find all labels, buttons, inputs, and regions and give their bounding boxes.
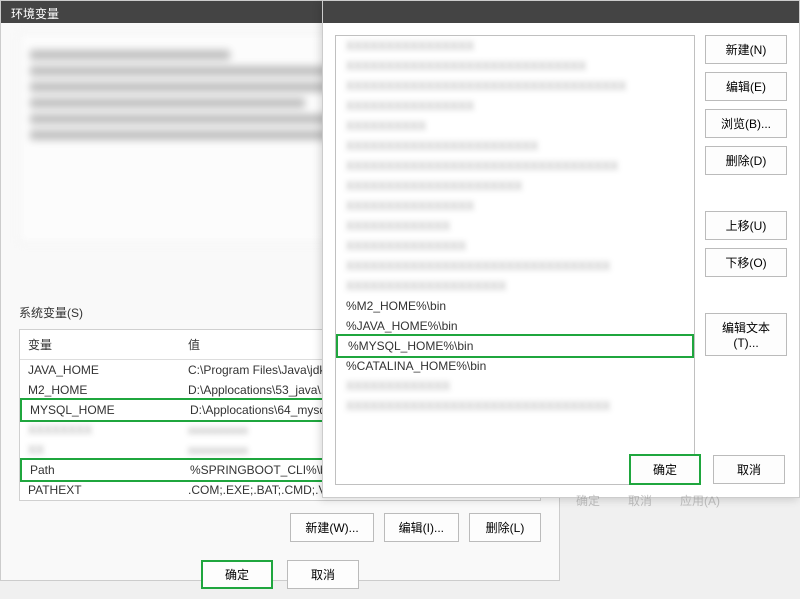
list-item[interactable]: XXXXXXXXXXXXXXXXXXXXXXXX	[336, 136, 694, 156]
path-up-button[interactable]: 上移(U)	[705, 211, 787, 240]
list-item[interactable]: XXXXXXXXXXXXXXXXXXXXXXXXXXXXXXXXXXX	[336, 76, 694, 96]
list-item[interactable]: XXXXXXXXXXXXXXXXXXXXXXXXXXXXXXXXX	[336, 256, 694, 276]
path-browse-button[interactable]: 浏览(B)...	[705, 109, 787, 138]
path-list[interactable]: XXXXXXXXXXXXXXXX XXXXXXXXXXXXXXXXXXXXXXX…	[335, 35, 695, 485]
path-delete-button[interactable]: 删除(D)	[705, 146, 787, 175]
env-cancel-button[interactable]: 取消	[287, 560, 359, 589]
sys-new-button[interactable]: 新建(W)...	[290, 513, 373, 542]
list-item[interactable]: XXXXXXXXXXXXX	[336, 376, 694, 396]
edit-path-dialog: XXXXXXXXXXXXXXXX XXXXXXXXXXXXXXXXXXXXXXX…	[322, 0, 800, 498]
list-item[interactable]: XXXXXXXXXXXXXXXXXXXXXXXXXXXXXX	[336, 56, 694, 76]
list-item[interactable]: XXXXXXXXXXXXXXXXXXXX	[336, 276, 694, 296]
list-item[interactable]: XXXXXXXXXXXXXXXX	[336, 96, 694, 116]
path-new-button[interactable]: 新建(N)	[705, 35, 787, 64]
path-edit-button[interactable]: 编辑(E)	[705, 72, 787, 101]
path-titlebar	[323, 1, 799, 23]
ghost-buttons: 确定 取消 应用(A)	[560, 486, 736, 515]
list-item[interactable]: XXXXXXXXXXXXXXXXXXXXXX	[336, 176, 694, 196]
path-edittext-button[interactable]: 编辑文本(T)...	[705, 313, 787, 356]
list-item[interactable]: %M2_HOME%\bin	[336, 296, 694, 316]
sys-delete-button[interactable]: 删除(L)	[469, 513, 541, 542]
list-item[interactable]: XXXXXXXXXXXXXXXX	[336, 36, 694, 56]
title-text: 环境变量	[11, 7, 59, 21]
list-item-mysql[interactable]: %MYSQL_HOME%\bin	[336, 334, 694, 358]
list-item[interactable]: %JAVA_HOME%\bin	[336, 316, 694, 336]
path-cancel-button[interactable]: 取消	[713, 455, 785, 484]
path-ok-button[interactable]: 确定	[629, 454, 701, 485]
list-item[interactable]: XXXXXXXXXXXXXXX	[336, 236, 694, 256]
list-item[interactable]: XXXXXXXXXXXXX	[336, 216, 694, 236]
env-ok-button[interactable]: 确定	[201, 560, 273, 589]
list-item[interactable]: XXXXXXXXXXXXXXXX	[336, 196, 694, 216]
header-name: 变量	[28, 336, 188, 353]
list-item[interactable]: XXXXXXXXXXXXXXXXXXXXXXXXXXXXXXXXX	[336, 396, 694, 416]
list-item[interactable]: %CATALINA_HOME%\bin	[336, 356, 694, 376]
sys-edit-button[interactable]: 编辑(I)...	[384, 513, 459, 542]
path-down-button[interactable]: 下移(O)	[705, 248, 787, 277]
path-side-buttons: 新建(N) 编辑(E) 浏览(B)... 删除(D) 上移(U) 下移(O) 编…	[705, 35, 787, 485]
list-item[interactable]: XXXXXXXXXXXXXXXXXXXXXXXXXXXXXXXXXX	[336, 156, 694, 176]
list-item[interactable]: XXXXXXXXXX	[336, 116, 694, 136]
